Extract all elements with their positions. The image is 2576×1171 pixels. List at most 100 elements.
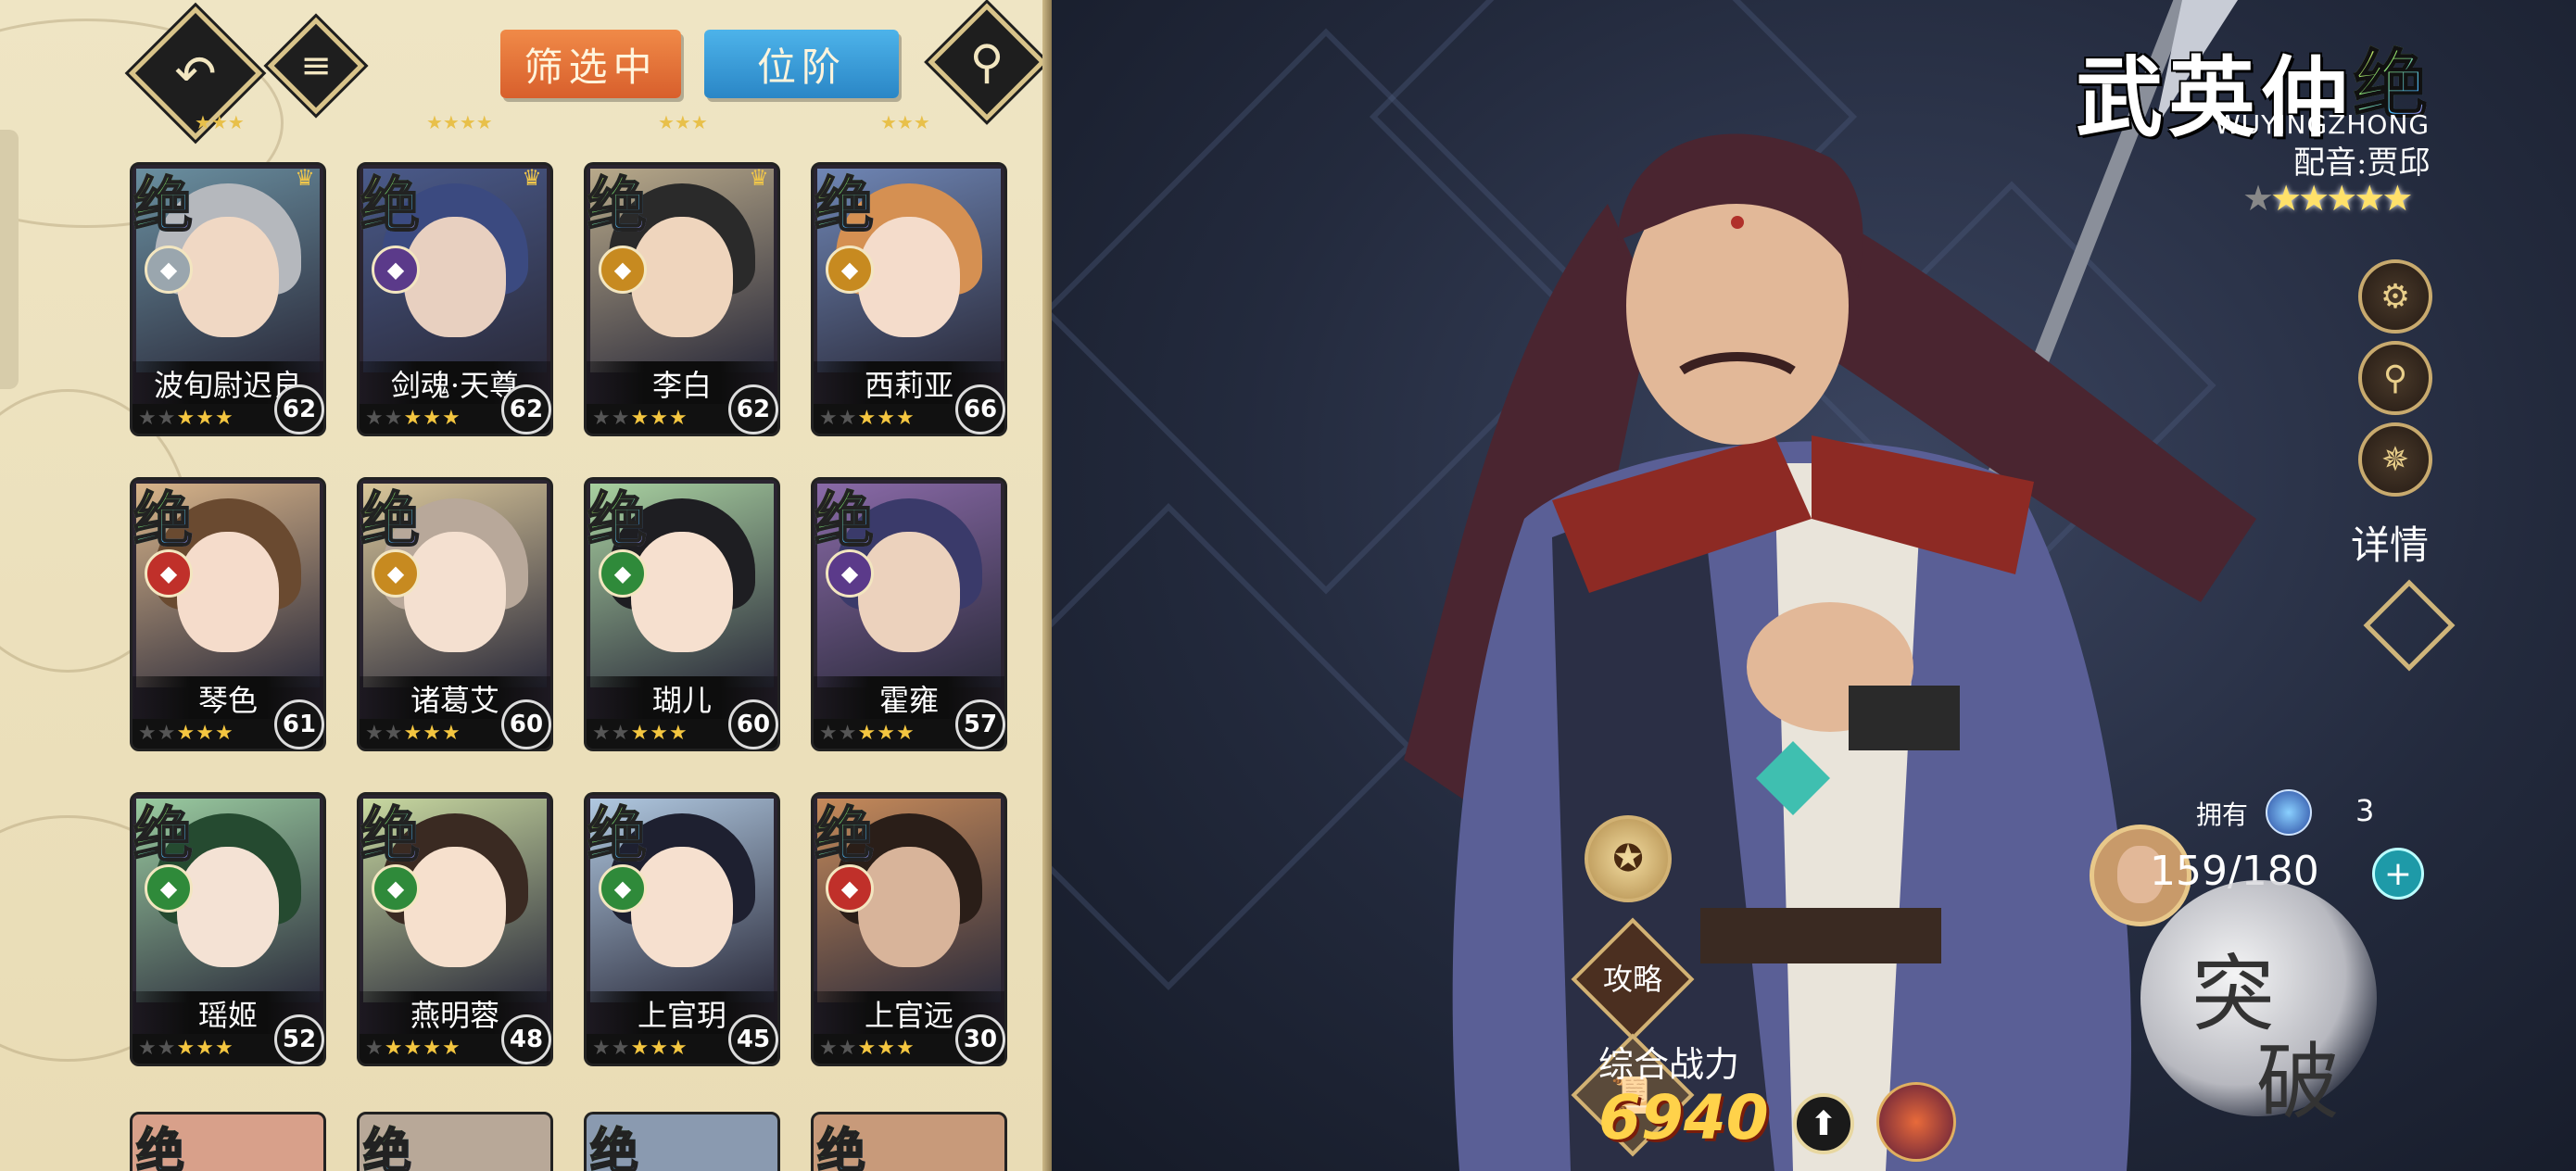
star-icon: ★ <box>630 407 650 430</box>
menu-button[interactable]: ≡ <box>267 17 365 115</box>
hero-voice-actor: 配音:贾邱 <box>2293 145 2431 182</box>
star-icon: ★ <box>384 722 403 745</box>
side-handle[interactable] <box>0 130 19 389</box>
bond-button[interactable]: ✪ <box>1585 815 1672 902</box>
hero-card[interactable]: 李白 ★ ★ ★ ★ ★ 绝 ◆ ♛ 62 <box>584 162 780 440</box>
hero-card-partial[interactable]: 绝 <box>357 1112 553 1171</box>
star-icon: ★ <box>196 722 214 745</box>
hero-level: 52 <box>274 1014 324 1064</box>
filter-button[interactable]: 筛选中 <box>500 30 681 98</box>
grade-badge: 绝 <box>133 158 194 244</box>
star-icon: ★ <box>138 1037 157 1060</box>
guide-label: 攻略 <box>1602 962 1662 997</box>
hero-star-rating: ★★★★★★ <box>2242 178 2413 219</box>
class-icon: ◆ <box>826 246 874 294</box>
details-link[interactable]: 详情 <box>2351 514 2429 571</box>
hero-detail-panel: 武英仲 绝 WUYINGZHONG 配音:贾邱 ★★★★★★ ⚙ ⚲ ✵ 详情 … <box>1052 0 2576 1171</box>
belt <box>1700 908 1941 963</box>
breakthrough-label: 突破 <box>2140 889 2377 1131</box>
hero-level: 60 <box>501 699 551 749</box>
skill-button[interactable]: ⚙ <box>2358 259 2432 334</box>
add-fragment-button[interactable]: + <box>2372 848 2424 900</box>
grade-badge: 绝 <box>814 158 875 244</box>
rank-emblem-icon[interactable] <box>1876 1082 1956 1162</box>
grade-badge: 绝 <box>133 788 194 874</box>
star-icon: ★★★ <box>658 111 708 133</box>
coin-icon: ✪ <box>1612 837 1644 880</box>
forehead-mark <box>1731 216 1744 229</box>
star-icon: ★ <box>196 1037 214 1060</box>
details-diamond-icon[interactable] <box>2363 579 2456 672</box>
star-icon: ★ <box>403 722 423 745</box>
star-icon: ★ <box>214 1037 234 1060</box>
combat-power-label: 综合战力 <box>1598 1044 1740 1085</box>
hero-card-partial[interactable]: 绝 <box>584 1112 780 1171</box>
hero-card[interactable]: 瑶姬 ★ ★ ★ ★ ★ 绝 ◆ 52 <box>130 792 326 1070</box>
crown-icon: ♛ <box>522 165 542 191</box>
star-icon: ★ <box>838 407 857 430</box>
star-icon: ★ <box>403 1037 423 1060</box>
grade-badge: 绝 <box>133 473 194 559</box>
grade-badge: 绝 <box>814 788 875 874</box>
grade-badge: 绝 <box>360 788 421 874</box>
search-icon: ⚲ <box>2382 359 2408 397</box>
grade-badge: 绝 <box>587 473 648 559</box>
grade-badge: 绝 <box>814 473 875 559</box>
hero-card[interactable]: 琴色 ★ ★ ★ ★ ★ 绝 ◆ 61 <box>130 477 326 755</box>
star-icon: ★ <box>214 722 234 745</box>
hero-card[interactable]: 西莉亚 ★ ★ ★ ★ ★ 绝 ◆ 66 <box>811 162 1007 440</box>
star-icon: ★ <box>365 1037 384 1060</box>
search-button[interactable]: ⚲ <box>928 3 1046 121</box>
hero-card[interactable]: 瑚儿 ★ ★ ★ ★ ★ 绝 ◆ 60 <box>584 477 780 755</box>
class-icon: ◆ <box>145 864 193 913</box>
class-icon: ◆ <box>826 864 874 913</box>
star-icon: ★ <box>611 1037 630 1060</box>
power-up-button[interactable]: ⬆ <box>1793 1093 1854 1154</box>
grade-badge: 绝 <box>587 158 648 244</box>
hero-card[interactable]: 霍雍 ★ ★ ★ ★ ★ 绝 ◆ 57 <box>811 477 1007 755</box>
awaken-button[interactable]: ✵ <box>2358 422 2432 497</box>
star-icon: ★ <box>630 1037 650 1060</box>
class-icon: ◆ <box>145 246 193 294</box>
partial-row-bottom: 绝 绝 绝 绝 <box>130 1112 1038 1171</box>
star-icon: ★ <box>176 407 196 430</box>
star-icon: ★ <box>877 722 895 745</box>
hero-card[interactable]: 波旬尉迟良 ★ ★ ★ ★ ★ 绝 ◆ ♛ 62 <box>130 162 326 440</box>
hero-level: 61 <box>274 699 324 749</box>
back-arrow-icon: ↶ <box>174 44 217 103</box>
top-toolbar: ↶ ≡ 筛选中 位阶 ⚲ <box>0 0 1052 141</box>
star-icon: ★ <box>611 722 630 745</box>
hero-level: 66 <box>955 384 1005 434</box>
star-icon: ★★★★★ <box>2270 178 2413 219</box>
star-icon: ★ <box>650 407 668 430</box>
class-icon: ◆ <box>826 549 874 598</box>
inspect-button[interactable]: ⚲ <box>2358 341 2432 415</box>
grade-badge: 绝 <box>360 158 421 244</box>
hero-card[interactable]: 上官远 ★ ★ ★ ★ ★ 绝 ◆ 30 <box>811 792 1007 1070</box>
owned-label: 拥有 <box>2196 800 2249 830</box>
class-icon: ◆ <box>599 864 647 913</box>
class-icon: ◆ <box>599 549 647 598</box>
hero-card[interactable]: 燕明蓉 ★ ★ ★ ★ ★ 绝 ◆ 48 <box>357 792 553 1070</box>
hero-pinyin: WUYINGZHONG <box>2215 109 2431 140</box>
star-icon: ★ <box>819 722 838 745</box>
star-icon: ★ <box>384 407 403 430</box>
star-icon: ★ <box>668 407 688 430</box>
emblem-icon: ✵ <box>2380 440 2410 479</box>
rank-sort-button[interactable]: 位阶 <box>704 30 899 98</box>
arrow-up-icon: ⬆ <box>1809 1104 1838 1143</box>
star-icon: ★ <box>857 1037 877 1060</box>
star-icon: ★ <box>423 1037 441 1060</box>
star-icon: ★ <box>138 722 157 745</box>
star-icon: ★ <box>157 1037 176 1060</box>
star-icon: ★ <box>423 722 441 745</box>
hero-card[interactable]: 剑魂·天尊 ★ ★ ★ ★ ★ 绝 ◆ ♛ 62 <box>357 162 553 440</box>
hero-card-partial[interactable]: 绝 <box>130 1112 326 1171</box>
hero-card-partial[interactable]: 绝 <box>811 1112 1007 1171</box>
star-icon: ★ <box>176 1037 196 1060</box>
hero-card[interactable]: 上官玥 ★ ★ ★ ★ ★ 绝 ◆ 45 <box>584 792 780 1070</box>
star-icon: ★ <box>819 407 838 430</box>
star-icon: ★★★ <box>880 111 930 133</box>
hero-card[interactable]: 诸葛艾 ★ ★ ★ ★ ★ 绝 ◆ 60 <box>357 477 553 755</box>
star-icon: ★ <box>877 407 895 430</box>
